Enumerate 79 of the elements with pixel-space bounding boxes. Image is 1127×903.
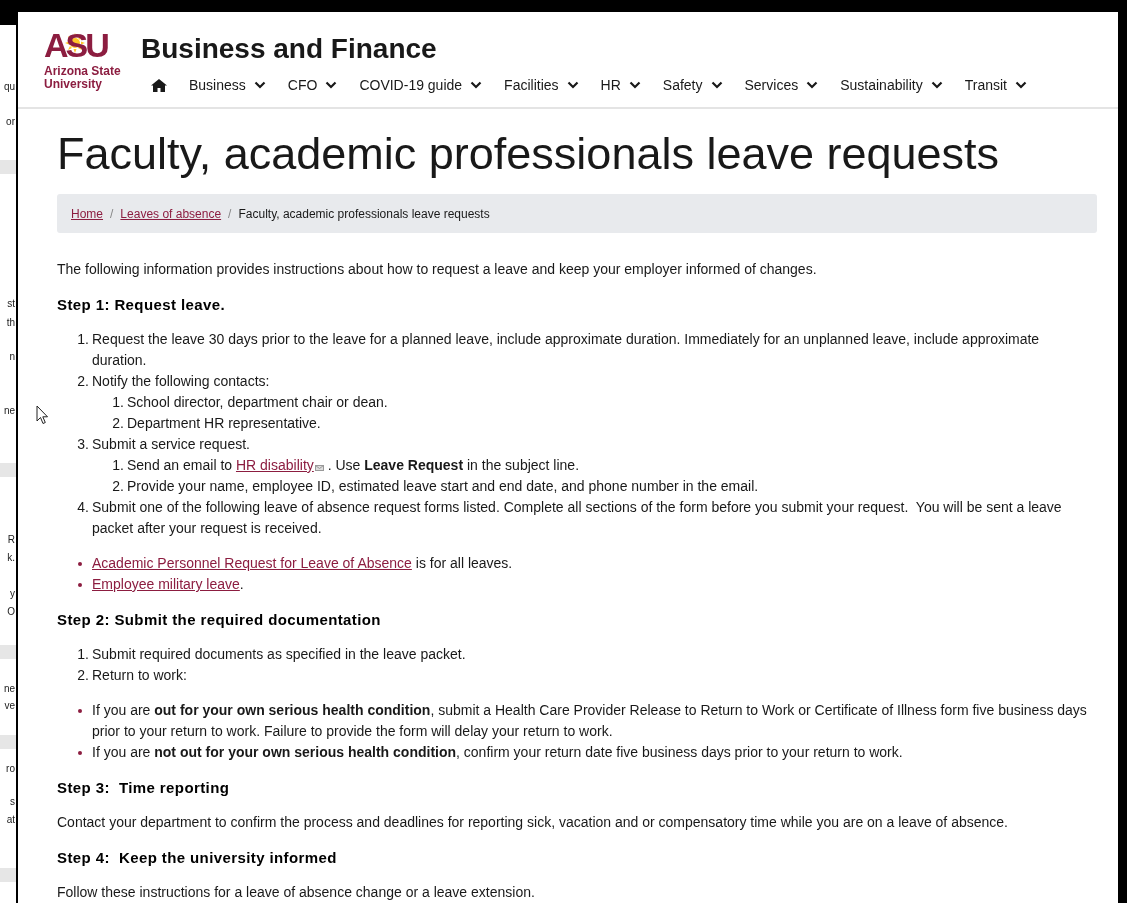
list-number: 1. [111, 456, 125, 475]
logo-mark[interactable]: ASU [44, 30, 107, 62]
list-item-text: Submit one of the following leave of absence request forms listed. Complete all sections of the form before you submit your request. You will be sent a leave packet after your request is received. [92, 499, 1063, 536]
row-stripe [0, 645, 16, 659]
nav-menu-item[interactable]: HR [600, 77, 641, 93]
bullet-item-text: Employee military leave. [92, 575, 244, 594]
cut-off-text: st [7, 297, 15, 310]
breadcrumb-link[interactable]: Leaves of absence [120, 206, 222, 221]
step-heading: Step 3: Time reporting [57, 778, 231, 798]
list-number: 3. [76, 435, 90, 454]
list-item-text: Request the leave 30 days prior to the leave for a planned leave, include approximate duration. Immediately for an unplanned leave, include approximate duration. [92, 331, 1041, 368]
cut-off-text: qu [3, 80, 15, 93]
bullet-dot [78, 751, 82, 755]
list-number: 2. [111, 477, 125, 496]
body-paragraph: Contact your department to confirm the process and deadlines for reporting sick, vacation and or compensatory time while you are on a leave of absence. [57, 814, 1008, 830]
bullet-dot [78, 583, 82, 587]
step-heading: Step 4: Keep the university informed [57, 848, 338, 868]
bullet-dot [78, 562, 82, 566]
nav-menu-item[interactable]: COVID-19 guide [359, 77, 483, 93]
step-heading: Step 1: Request leave. [57, 295, 227, 315]
breadcrumb-separator: / [110, 206, 114, 221]
row-stripe [0, 735, 16, 749]
cut-off-text: ne [3, 682, 15, 695]
bullet-dot [78, 709, 82, 713]
site-title[interactable]: Business and Finance [141, 33, 1027, 65]
nav-menu-item[interactable]: CFO [287, 77, 338, 93]
breadcrumb-current: Faculty, academic professionals leave requests [238, 206, 490, 221]
university-name: University [44, 78, 104, 91]
nav-menu-item[interactable]: Transit [964, 77, 1027, 93]
nav-menu-item[interactable]: Business [189, 77, 266, 93]
nav-menu-item[interactable]: Services [744, 77, 819, 93]
list-item-text: Department HR representative. [127, 415, 321, 431]
cut-off-text: y [10, 587, 15, 600]
home-icon[interactable] [151, 78, 167, 92]
cut-off-text: th [6, 316, 15, 329]
body-paragraph: Follow these instructions for a leave of absence change or a leave extension. [57, 884, 535, 900]
row-stripe [0, 868, 16, 882]
page-title: Faculty, academic professionals leave requests [57, 127, 1001, 181]
cut-off-text: O [7, 605, 15, 618]
cut-off-text: ve [4, 699, 15, 712]
list-item-text: Submit required documents as specified in the leave packet. [92, 646, 466, 662]
list-item-text: Send an email to HR disability . Use Leave Request in the subject line. [127, 457, 580, 473]
text-link[interactable]: HR disability [235, 457, 324, 473]
list-item-text: School director, department chair or dean. [127, 394, 388, 410]
cursor-icon [36, 405, 49, 425]
list-number: 4. [76, 498, 90, 517]
text-link[interactable]: Employee military leave [92, 576, 240, 592]
list-number: 1. [76, 645, 90, 664]
nav-menu-item[interactable]: Facilities [504, 77, 579, 93]
row-stripe [0, 160, 16, 174]
cut-off-text: s [10, 795, 15, 808]
step-heading: Step 2: Submit the required documentation [57, 610, 382, 630]
row-stripe [0, 463, 16, 477]
cut-off-text: or [6, 115, 15, 128]
breadcrumb-separator: / [228, 206, 232, 221]
cut-off-text: at [6, 813, 15, 826]
cut-off-text: ro [6, 762, 15, 775]
list-item-text: Notify the following contacts: [92, 373, 270, 389]
bullet-item-text: If you are not out for your own serious health condition, confirm your return date five business days prior to your return to work. [92, 743, 903, 762]
cut-off-text: k. [7, 551, 15, 564]
breadcrumb-link[interactable]: Home [71, 206, 103, 221]
university-name: Arizona State [44, 65, 122, 78]
cut-off-text: R [7, 533, 15, 546]
list-number: 2. [111, 414, 125, 433]
text-link[interactable]: Academic Personnel Request for Leave of Absence [92, 555, 412, 571]
cut-off-text: ne [3, 404, 15, 417]
cut-off-text: n [9, 350, 15, 363]
list-item-text: Submit a service request. [92, 436, 250, 452]
list-item-text: Return to work: [92, 667, 187, 683]
nav-menu-item[interactable]: Sustainability [840, 77, 943, 93]
nav-menu-item[interactable]: Safety [662, 77, 723, 93]
list-number: 2. [76, 666, 90, 685]
bullet-item-text: Academic Personnel Request for Leave of Absence is for all leaves. [92, 554, 513, 573]
list-number: 1. [111, 393, 125, 412]
list-number: 2. [76, 372, 90, 391]
list-item-text: Provide your name, employee ID, estimated leave start and end date, and phone number in the email. [127, 478, 759, 494]
body-paragraph: The following information provides instructions about how to request a leave and keep your employer informed of changes. [57, 261, 817, 277]
bullet-item-text: If you are out for your own serious health condition, submit a Health Care Provider Release to Return to Work or Certificate of Illness form five business days prior to your return to work. Failure to provide the form will delay your return to work. [92, 701, 1088, 741]
list-number: 1. [76, 330, 90, 349]
